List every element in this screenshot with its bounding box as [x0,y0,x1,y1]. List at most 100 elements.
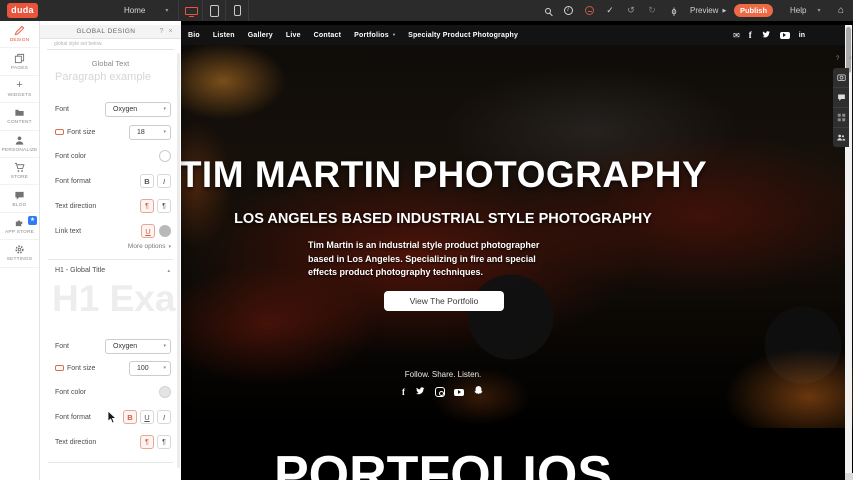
media-button[interactable] [833,68,849,88]
paragraph-font-color-swatch[interactable] [159,150,171,162]
twitter-icon[interactable] [414,383,426,401]
paragraph-font-size-select[interactable]: 18 ▾ [129,125,171,140]
italic-button[interactable]: I [157,410,171,424]
sidebar-item-blog[interactable]: BLOG [0,185,39,212]
help-menu[interactable]: Help ▾ [790,0,820,21]
nav-link-bio[interactable]: Bio [188,32,200,39]
nav-link-gallery[interactable]: Gallery [248,32,273,39]
email-icon[interactable]: ✉ [733,31,740,40]
plus-icon: + [16,80,22,91]
font-color-label: Font color [55,389,159,396]
duda-logo[interactable]: duda [7,3,38,18]
chevron-down-icon: ▾ [163,129,166,135]
h1-font-color-swatch[interactable] [159,386,171,398]
sidebar-item-label: WIDGETS [8,93,32,98]
editor-sidebar: DESIGN PAGES + WIDGETS CONTENT PERSONALI… [0,21,40,480]
comments-button[interactable] [833,88,849,108]
font-size-label-text: Font size [67,129,95,136]
rtl-direction-button[interactable]: ¶ [157,199,171,213]
hero-title[interactable]: TIM MARTIN PHOTOGRAPHY [181,154,707,196]
tablet-icon [210,5,219,17]
sidebar-item-personalize[interactable]: PERSONALIZE [0,131,39,158]
dashboard-home-button[interactable]: ⌂ [834,0,848,21]
info-button[interactable]: i [559,0,577,21]
sidebar-item-app-store[interactable]: APP STORE ★ [0,213,39,240]
redo-button[interactable]: ↻ [643,0,661,21]
linkedin-icon[interactable]: in [799,32,805,39]
people-icon [836,133,846,142]
underline-button[interactable]: U [140,410,154,424]
nav-link-live[interactable]: Live [286,32,301,39]
saved-check-button[interactable]: ✓ [601,0,619,21]
nav-link-specialty[interactable]: Specialty Product Photography [408,32,518,39]
sidebar-item-widgets[interactable]: + WIDGETS [0,76,39,103]
chevron-up-icon[interactable]: ▴ [167,268,170,274]
ltr-direction-button[interactable]: ¶ [140,199,154,213]
font-select-value: Oxygen [113,106,137,113]
site-preview-canvas[interactable]: Bio Listen Gallery Live Contact Portfoli… [181,21,853,480]
view-portfolio-button[interactable]: View The Portfolio [384,291,504,311]
sidebar-item-store[interactable]: STORE [0,158,39,185]
chevron-down-icon: ▾ [163,365,166,371]
h1-font-select[interactable]: Oxygen ▾ [105,339,171,354]
paragraph-font-select[interactable]: Oxygen ▾ [105,102,171,117]
nav-link-portfolios[interactable]: Portfolios [354,32,389,39]
sidebar-item-settings[interactable]: SETTINGS [0,240,39,267]
more-options-label: More options [128,243,166,250]
hero-section-background[interactable] [181,45,853,428]
page-selector[interactable]: Home ▾ [124,0,168,21]
sidebar-item-label: APP STORE [5,230,34,235]
panel-divider [48,259,173,260]
ltr-direction-button[interactable]: ¶ [140,435,154,449]
search-button[interactable] [539,0,557,21]
help-icon[interactable]: ? [836,56,839,62]
bold-button[interactable]: B [140,174,154,188]
sections-button[interactable] [833,108,849,128]
sidebar-item-pages[interactable]: PAGES [0,48,39,75]
hero-subtitle[interactable]: LOS ANGELES BASED INDUSTRIAL STYLE PHOTO… [234,211,652,227]
youtube-icon[interactable] [454,389,464,396]
more-options-link[interactable]: More options ▾ [128,243,171,250]
sidebar-item-design[interactable]: DESIGN [0,21,39,48]
site-navbar: Bio Listen Gallery Live Contact Portfoli… [181,25,853,45]
undo-button[interactable]: ↺ [622,0,640,21]
nav-link-contact[interactable]: Contact [314,32,341,39]
publish-button[interactable]: Publish [734,4,773,17]
link-underline-button[interactable]: U [141,224,155,238]
gear-icon [14,244,25,255]
desktop-view-button[interactable] [180,0,202,21]
tablet-view-button[interactable] [203,0,225,21]
youtube-icon[interactable] [780,32,790,39]
link-color-swatch[interactable] [159,225,171,237]
team-button[interactable] [833,128,849,147]
site-scrollbar-thumb[interactable] [846,27,851,73]
nav-link-listen[interactable]: Listen [213,32,235,39]
italic-button[interactable]: I [157,174,171,188]
facebook-icon[interactable]: f [402,387,405,397]
preview-button[interactable]: Preview ▶ [690,0,726,21]
twitter-icon[interactable] [761,26,771,44]
font-size-label-text: Font size [67,365,95,372]
hero-paragraph[interactable]: Tim Martin is an industrial style produc… [308,239,566,280]
rtl-direction-button[interactable]: ¶ [157,435,171,449]
portfolios-heading[interactable]: PORTFOLIOS [274,445,612,480]
developer-mode-button[interactable]: ϕ [665,0,683,21]
panel-close-button[interactable]: × [166,28,175,35]
snapchat-icon[interactable] [473,383,484,401]
folder-icon [14,107,25,118]
facebook-icon[interactable]: f [749,30,752,40]
floating-toolbar-header: ? × [836,56,852,62]
mobile-view-button[interactable] [226,0,248,21]
cart-icon [14,162,25,173]
panel-scrollbar[interactable] [177,53,180,468]
sidebar-item-content[interactable]: CONTENT [0,103,39,130]
bold-button[interactable]: B [123,410,137,424]
h1-font-size-select[interactable]: 100 ▾ [129,361,171,376]
insights-button[interactable] [580,0,598,21]
panel-help-button[interactable]: ? [157,28,166,35]
instagram-icon[interactable] [435,387,445,397]
sidebar-item-label: PERSONALIZE [2,148,38,153]
close-icon[interactable]: × [848,56,852,62]
portfolios-section[interactable]: PORTFOLIOS [181,428,853,480]
follow-caption[interactable]: Follow. Share. Listen. [405,370,481,379]
